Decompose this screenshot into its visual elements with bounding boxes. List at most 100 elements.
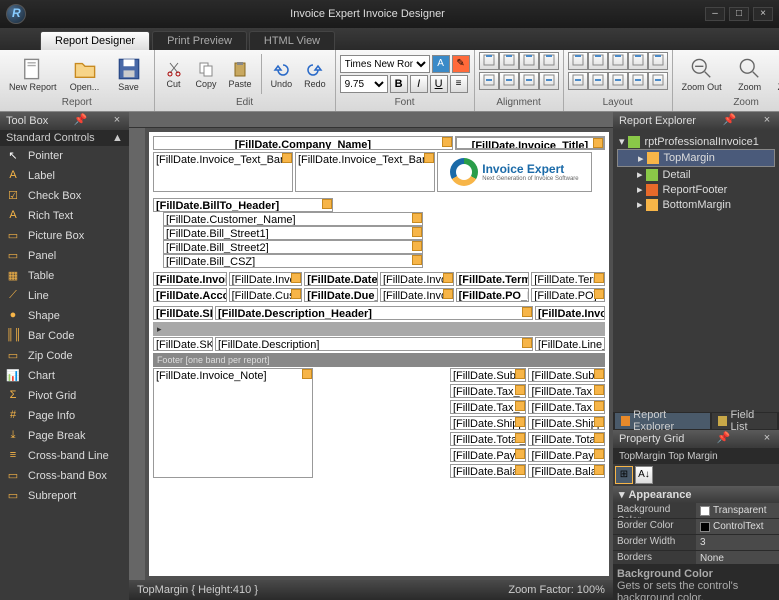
pin-icon[interactable]: 📌 <box>717 433 729 445</box>
save-button[interactable]: Save <box>108 53 150 95</box>
banner2-field[interactable]: [FillDate.Invoice_Text_Banner2] <box>295 152 435 192</box>
prop-categorize-button[interactable]: ⊞ <box>615 466 633 484</box>
open-button[interactable]: Open... <box>64 53 106 95</box>
row1-field-4[interactable]: [FillDate.Term <box>456 272 530 286</box>
tool-page-break[interactable]: ⤓Page Break <box>0 426 129 446</box>
company-name-field[interactable]: [FillDate.Company_Name] <box>153 136 453 150</box>
align-button-8[interactable] <box>539 72 559 90</box>
tree-node-bottommargin[interactable]: ▸BottomMargin <box>617 197 775 212</box>
copy-button[interactable]: Copy <box>191 53 222 95</box>
undo-button[interactable]: Undo <box>266 53 298 95</box>
total-field-3-1[interactable]: [FillDate.Shipping <box>528 416 605 430</box>
cut-button[interactable]: Cut <box>159 53 189 95</box>
layout-button-9[interactable] <box>648 72 668 90</box>
underline-button[interactable]: U <box>430 75 448 93</box>
highlight-color-button[interactable]: ✎ <box>452 55 470 73</box>
row1-field-0[interactable]: [FillDate.Invoic <box>153 272 227 286</box>
logo-box[interactable]: Invoice ExpertNext Generation of Invoice… <box>437 152 592 192</box>
tool-chart[interactable]: 📊Chart <box>0 366 129 386</box>
justify-button[interactable]: ≡ <box>450 75 468 93</box>
tab-report-designer[interactable]: Report Designer <box>40 31 150 50</box>
maximize-button[interactable]: □ <box>729 7 749 21</box>
redo-button[interactable]: Redo <box>299 53 331 95</box>
zoom-in-button[interactable]: Zoom In <box>773 53 779 95</box>
row2-field-5[interactable]: [FillDate.PO] <box>531 288 605 302</box>
total-field-2-1[interactable]: [FillDate.Tax <box>528 400 605 414</box>
sku-header-field[interactable]: [FillDate.SKU_ <box>153 306 213 320</box>
row2-field-1[interactable]: [FillDate.Custom] <box>229 288 303 302</box>
row2-field-4[interactable]: [FillDate.PO_H <box>456 288 530 302</box>
zoom-out-button[interactable]: Zoom Out <box>677 53 727 95</box>
line-header-field[interactable]: [FillDate.Invo <box>535 306 605 320</box>
propgrid-object[interactable]: TopMargin Top Margin <box>613 448 779 464</box>
tab-report-explorer[interactable]: Report Explorer <box>615 413 710 429</box>
billto-field-0[interactable]: [FillDate.Customer_Name] <box>163 212 423 226</box>
tree-node-detail[interactable]: ▸Detail <box>617 167 775 182</box>
layout-button-3[interactable] <box>628 52 648 70</box>
layout-button-6[interactable] <box>588 72 608 90</box>
tool-table[interactable]: ▦Table <box>0 266 129 286</box>
footer-band-bar[interactable]: Footer [one band per report] <box>153 353 605 367</box>
row1-field-2[interactable]: [FillDate.Date] <box>304 272 378 286</box>
tool-check-box[interactable]: ☑Check Box <box>0 186 129 206</box>
zoom-button[interactable]: Zoom <box>729 53 771 95</box>
prop-row-2[interactable]: Border Width3 <box>613 535 779 551</box>
close-button[interactable]: × <box>753 7 773 21</box>
tool-zip-code[interactable]: ▭Zip Code <box>0 346 129 366</box>
total-field-2-0[interactable]: [FillDate.Tax_Te <box>450 400 527 414</box>
tool-rich-text[interactable]: ARich Text <box>0 206 129 226</box>
tool-shape[interactable]: ●Shape <box>0 306 129 326</box>
align-button-3[interactable] <box>539 52 559 70</box>
font-size-select[interactable]: 9.75 <box>340 75 388 93</box>
billto-field-3[interactable]: [FillDate.Bill_CSZ] <box>163 254 423 268</box>
row2-field-3[interactable]: [FillDate.Invoice] <box>380 288 454 302</box>
tab-field-list[interactable]: Field List <box>712 413 777 429</box>
italic-button[interactable]: I <box>410 75 428 93</box>
desc-field[interactable]: [FillDate.Description] <box>215 337 533 351</box>
tool-panel[interactable]: ▭Panel <box>0 246 129 266</box>
total-field-4-0[interactable]: [FillDate.Total_H <box>450 432 527 446</box>
billto-field-1[interactable]: [FillDate.Bill_Street1] <box>163 226 423 240</box>
total-field-0-1[interactable]: [FillDate.SubTota <box>528 368 605 382</box>
layout-button-4[interactable] <box>648 52 668 70</box>
prop-row-0[interactable]: Background ColorTransparent <box>613 503 779 519</box>
prop-row-3[interactable]: BordersNone <box>613 551 779 564</box>
total-field-6-1[interactable]: [FillDate.BalanceD <box>528 464 605 478</box>
new-report-button[interactable]: New Report <box>4 53 62 95</box>
total-field-4-1[interactable]: [FillDate.Tota <box>528 432 605 446</box>
font-color-button[interactable]: A <box>432 55 450 73</box>
canvas-scroll[interactable]: [FillDate.Company_Name] [FillDate.Invoic… <box>129 128 613 580</box>
total-field-1-0[interactable]: [FillDate.Tax_Te <box>450 384 527 398</box>
banner1-field[interactable]: [FillDate.Invoice_Text_Banner] <box>153 152 293 192</box>
bold-button[interactable]: B <box>390 75 408 93</box>
total-field-5-1[interactable]: [FillDate.Payment <box>528 448 605 462</box>
tool-bar-code[interactable]: ║║Bar Code <box>0 326 129 346</box>
tool-line[interactable]: ⟋Line <box>0 286 129 306</box>
total-field-6-0[interactable]: [FillDate.Balance <box>450 464 527 478</box>
close-icon[interactable]: × <box>761 115 773 127</box>
tool-cross-band-line[interactable]: ≡Cross-band Line <box>0 446 129 466</box>
tool-picture-box[interactable]: ▭Picture Box <box>0 226 129 246</box>
design-page[interactable]: [FillDate.Company_Name] [FillDate.Invoic… <box>149 132 609 576</box>
row1-field-3[interactable]: [FillDate.Invoice] <box>380 272 454 286</box>
layout-button-0[interactable] <box>568 52 588 70</box>
close-icon[interactable]: × <box>111 115 123 127</box>
layout-button-5[interactable] <box>568 72 588 90</box>
tree-node-reportfooter[interactable]: ▸ReportFooter <box>617 182 775 197</box>
invoice-note-field[interactable]: [FillDate.Invoice_Note] <box>153 368 313 478</box>
pin-icon[interactable]: 📌 <box>74 115 86 127</box>
pin-icon[interactable]: 📌 <box>722 115 734 127</box>
prop-category[interactable]: ▾Appearance <box>613 486 779 503</box>
align-button-7[interactable] <box>519 72 539 90</box>
close-icon[interactable]: × <box>761 433 773 445</box>
tool-cross-band-box[interactable]: ▭Cross-band Box <box>0 466 129 486</box>
layout-button-7[interactable] <box>608 72 628 90</box>
paste-button[interactable]: Paste <box>224 53 257 95</box>
total-field-0-0[interactable]: [FillDate.Subtotal <box>450 368 527 382</box>
app-icon[interactable] <box>6 4 26 24</box>
tab-html-view[interactable]: HTML View <box>249 31 335 50</box>
total-field-5-0[interactable]: [FillDate.Payment <box>450 448 527 462</box>
font-name-select[interactable]: Times New Roman <box>340 55 430 73</box>
billto-header-field[interactable]: [FillDate.BillTo_Header] <box>153 198 333 212</box>
align-button-6[interactable] <box>499 72 519 90</box>
